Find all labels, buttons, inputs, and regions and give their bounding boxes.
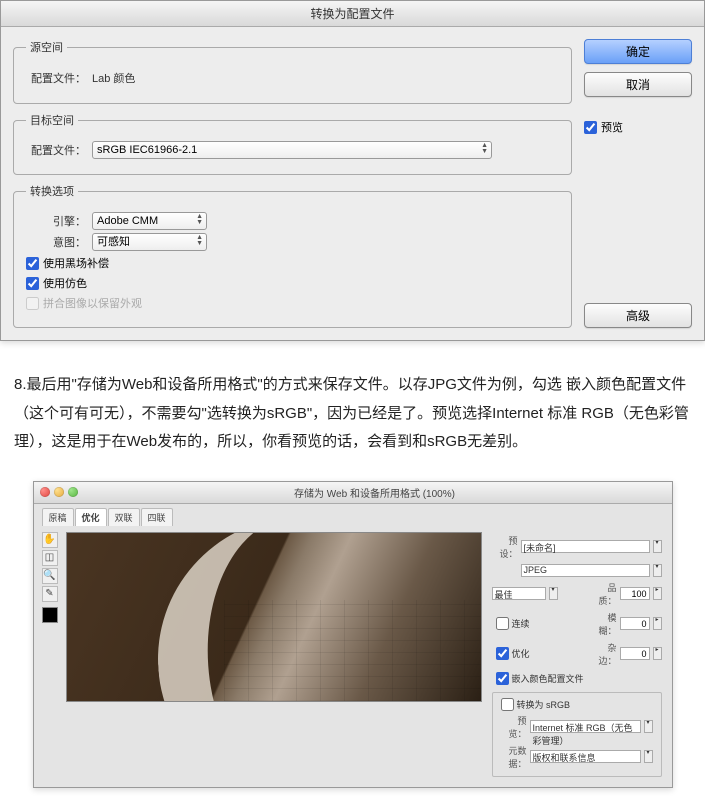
- destination-space-fieldset: 目标空间 配置文件： sRGB IEC61966-2.1 ▲▼: [13, 112, 572, 175]
- preview-content: [224, 600, 481, 701]
- embed-profile-label: 嵌入颜色配置文件: [512, 672, 584, 685]
- article-paragraph: 8.最后用"存储为Web和设备所用格式"的方式来保存文件。以存JPG文件为例，勾…: [0, 341, 705, 481]
- zoom-tool-icon[interactable]: 🔍: [42, 568, 58, 584]
- advanced-button[interactable]: 高级: [584, 303, 692, 328]
- image-preview[interactable]: [66, 532, 482, 702]
- close-icon[interactable]: [40, 487, 50, 497]
- metadata-menu-icon[interactable]: ▾: [644, 750, 653, 763]
- settings-panel: 预设： [未命名] ▾ JPEG ▾ 最佳 ▾ 品质： ▸ 连续: [488, 532, 666, 781]
- window-controls: [40, 487, 78, 497]
- view-tabs: 原稿 优化 双联 四联: [34, 504, 672, 526]
- slice-tool-icon[interactable]: ◫: [42, 550, 58, 566]
- tab-optimized[interactable]: 优化: [75, 508, 107, 526]
- preset-label: 预设：: [492, 534, 518, 560]
- preview-mode-menu-icon[interactable]: ▾: [644, 720, 653, 733]
- foreground-swatch[interactable]: [42, 607, 58, 623]
- tab-original[interactable]: 原稿: [42, 508, 74, 526]
- srgb-fieldset: 转换为 sRGB 预览： Internet 标准 RGB（无色彩管理） ▾ 元数…: [492, 692, 662, 777]
- ok-button[interactable]: 确定: [584, 39, 692, 64]
- flatten-label: 拼合图像以保留外观: [43, 295, 142, 311]
- format-select[interactable]: JPEG: [521, 564, 650, 577]
- metadata-select[interactable]: 版权和联系信息: [530, 750, 641, 763]
- preset-menu-icon[interactable]: ▾: [653, 540, 662, 553]
- quality-mode-select[interactable]: 最佳: [492, 587, 546, 600]
- optimized-label: 优化: [512, 647, 530, 660]
- destination-space-legend: 目标空间: [26, 112, 78, 128]
- progressive-label: 连续: [512, 617, 530, 630]
- zoom-icon[interactable]: [68, 487, 78, 497]
- preset-select[interactable]: [未命名]: [521, 540, 650, 553]
- source-profile-label: 配置文件：: [26, 70, 86, 86]
- quality-mode-menu-icon[interactable]: ▾: [549, 587, 558, 600]
- engine-label: 引擎：: [26, 213, 86, 229]
- dither-checkbox[interactable]: [26, 277, 39, 290]
- tool-strip: ✋ ◫ 🔍 ✎: [40, 532, 60, 781]
- preview-mode-select[interactable]: Internet 标准 RGB（无色彩管理）: [530, 720, 641, 733]
- quality-input[interactable]: [620, 587, 650, 600]
- blackpoint-label: 使用黑场补偿: [43, 255, 109, 271]
- embed-profile-checkbox[interactable]: [496, 672, 509, 685]
- flatten-checkbox: [26, 297, 39, 310]
- matte-label: 杂边：: [591, 641, 617, 667]
- matte-input[interactable]: [620, 647, 650, 660]
- blur-label: 模糊：: [591, 611, 617, 637]
- conversion-options-legend: 转换选项: [26, 183, 78, 199]
- optimized-checkbox[interactable]: [496, 647, 509, 660]
- quality-label: 品质：: [591, 581, 617, 607]
- dither-label: 使用仿色: [43, 275, 87, 291]
- blackpoint-checkbox[interactable]: [26, 257, 39, 270]
- dialog2-title: 存储为 Web 和设备所用格式 (100%): [84, 485, 666, 500]
- hand-tool-icon[interactable]: ✋: [42, 532, 58, 548]
- dest-profile-select[interactable]: sRGB IEC61966-2.1: [92, 141, 492, 159]
- eyedropper-tool-icon[interactable]: ✎: [42, 586, 58, 602]
- quality-stepper[interactable]: ▸: [653, 587, 662, 600]
- progressive-checkbox[interactable]: [496, 617, 509, 630]
- intent-label: 意图：: [26, 234, 86, 250]
- format-menu-icon[interactable]: ▾: [653, 564, 662, 577]
- minimize-icon[interactable]: [54, 487, 64, 497]
- engine-select[interactable]: Adobe CMM: [92, 212, 207, 230]
- dialog-title: 转换为配置文件: [1, 1, 704, 27]
- intent-select[interactable]: 可感知: [92, 233, 207, 251]
- source-profile-value: Lab 颜色: [92, 68, 135, 88]
- conversion-options-fieldset: 转换选项 引擎： Adobe CMM ▲▼ 意图： 可感知: [13, 183, 572, 328]
- dest-profile-label: 配置文件：: [26, 142, 86, 158]
- tab-4up[interactable]: 四联: [141, 508, 173, 526]
- source-space-legend: 源空间: [26, 39, 67, 55]
- blur-stepper[interactable]: ▸: [653, 617, 662, 630]
- matte-stepper[interactable]: ▸: [653, 647, 662, 660]
- preview-label: 预览: [601, 119, 623, 135]
- preview-checkbox[interactable]: [584, 121, 597, 134]
- convert-to-profile-dialog: 转换为配置文件 源空间 配置文件： Lab 颜色 目标空间 配置文件： sRGB…: [0, 0, 705, 341]
- metadata-label: 元数据：: [501, 744, 527, 770]
- blur-input[interactable]: [620, 617, 650, 630]
- tab-2up[interactable]: 双联: [108, 508, 140, 526]
- source-space-fieldset: 源空间 配置文件： Lab 颜色: [13, 39, 572, 104]
- save-for-web-dialog: 存储为 Web 和设备所用格式 (100%) 原稿 优化 双联 四联 ✋ ◫ 🔍…: [33, 481, 673, 788]
- cancel-button[interactable]: 取消: [584, 72, 692, 97]
- preview-mode-label: 预览：: [501, 714, 527, 740]
